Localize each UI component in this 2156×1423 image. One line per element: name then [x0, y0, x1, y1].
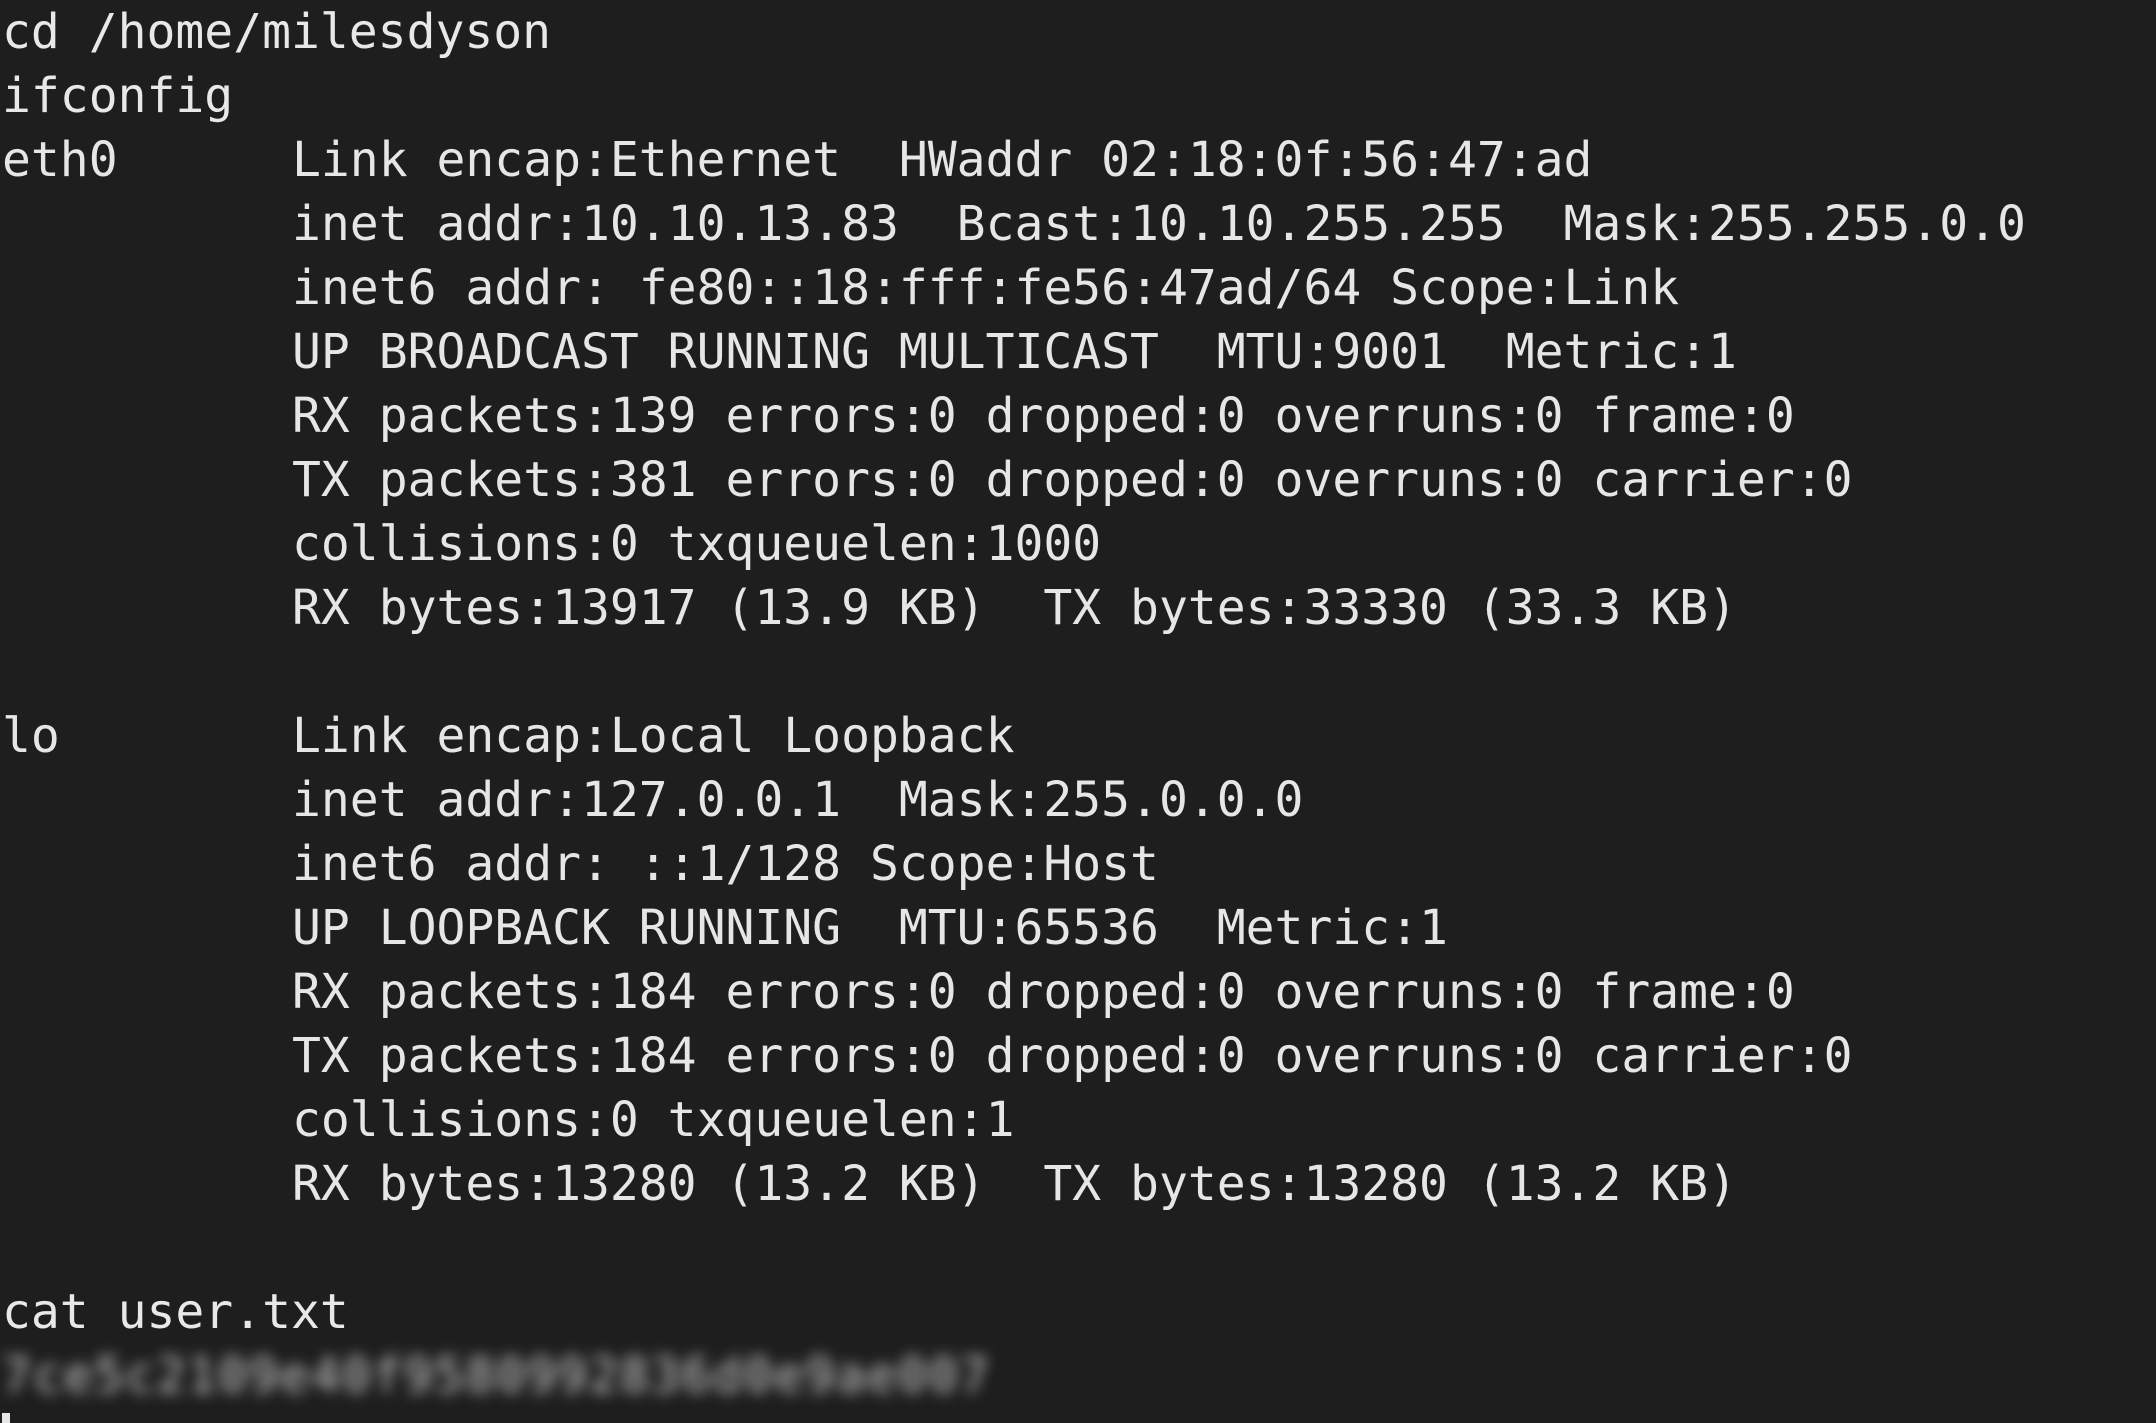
lo-line-1: lo Link encap:Local Loopback [0, 704, 2156, 768]
eth0-line-3: inet6 addr: fe80::18:fff:fe56:47ad/64 Sc… [0, 256, 2156, 320]
output-text: TX packets:184 errors:0 dropped:0 overru… [292, 1028, 1853, 1084]
output-text: inet6 addr: fe80::18:fff:fe56:47ad/64 Sc… [292, 260, 1680, 316]
output-text: TX packets:381 errors:0 dropped:0 overru… [292, 452, 1853, 508]
command-line-cd: cd /home/milesdyson [0, 0, 2156, 64]
interface-name-eth0: eth0 [2, 132, 118, 188]
output-text: Link encap:Ethernet HWaddr 02:18:0f:56:4… [292, 132, 1593, 188]
eth0-line-7: collisions:0 txqueuelen:1000 [0, 512, 2156, 576]
lo-line-2: inet addr:127.0.0.1 Mask:255.0.0.0 [0, 768, 2156, 832]
command-text: ifconfig [2, 68, 234, 124]
eth0-line-6: TX packets:381 errors:0 dropped:0 overru… [0, 448, 2156, 512]
redacted-flag-text: 7ce5c2109e40f9580992836d0e9ae007 [2, 1348, 991, 1404]
interface-name-lo: lo [2, 708, 60, 764]
eth0-line-4: UP BROADCAST RUNNING MULTICAST MTU:9001 … [0, 320, 2156, 384]
output-text: collisions:0 txqueuelen:1000 [292, 516, 1102, 572]
eth0-line-5: RX packets:139 errors:0 dropped:0 overru… [0, 384, 2156, 448]
output-text: RX packets:184 errors:0 dropped:0 overru… [292, 964, 1795, 1020]
output-text: UP LOOPBACK RUNNING MTU:65536 Metric:1 [292, 900, 1448, 956]
lo-line-6: TX packets:184 errors:0 dropped:0 overru… [0, 1024, 2156, 1088]
cursor-icon [2, 1413, 10, 1423]
command-text: cat user.txt [2, 1284, 349, 1340]
output-text: RX packets:139 errors:0 dropped:0 overru… [292, 388, 1795, 444]
lo-line-3: inet6 addr: ::1/128 Scope:Host [0, 832, 2156, 896]
lo-line-5: RX packets:184 errors:0 dropped:0 overru… [0, 960, 2156, 1024]
lo-line-4: UP LOOPBACK RUNNING MTU:65536 Metric:1 [0, 896, 2156, 960]
output-text: inet addr:10.10.13.83 Bcast:10.10.255.25… [292, 196, 2026, 252]
eth0-line-1: eth0 Link encap:Ethernet HWaddr 02:18:0f:… [0, 128, 2156, 192]
lo-line-8: RX bytes:13280 (13.2 KB) TX bytes:13280 … [0, 1152, 2156, 1216]
output-text: inet addr:127.0.0.1 Mask:255.0.0.0 [292, 772, 1304, 828]
flag-output-line: 7ce5c2109e40f9580992836d0e9ae007 [0, 1344, 2156, 1408]
output-text: Link encap:Local Loopback [292, 708, 1015, 764]
lo-line-7: collisions:0 txqueuelen:1 [0, 1088, 2156, 1152]
terminal-window[interactable]: cd /home/milesdyson ifconfig eth0 Link en… [0, 0, 2156, 1423]
output-text: RX bytes:13917 (13.9 KB) TX bytes:33330 … [292, 580, 1737, 636]
command-text: cd /home/milesdyson [2, 4, 552, 60]
output-text: collisions:0 txqueuelen:1 [292, 1092, 1015, 1148]
command-line-ifconfig: ifconfig [0, 64, 2156, 128]
output-text: RX bytes:13280 (13.2 KB) TX bytes:13280 … [292, 1156, 1737, 1212]
output-text: inet6 addr: ::1/128 Scope:Host [292, 836, 1159, 892]
eth0-line-8: RX bytes:13917 (13.9 KB) TX bytes:33330 … [0, 576, 2156, 640]
eth0-line-2: inet addr:10.10.13.83 Bcast:10.10.255.25… [0, 192, 2156, 256]
cursor-line [0, 1408, 2156, 1423]
command-line-cat: cat user.txt [0, 1280, 2156, 1344]
output-text: UP BROADCAST RUNNING MULTICAST MTU:9001 … [292, 324, 1737, 380]
